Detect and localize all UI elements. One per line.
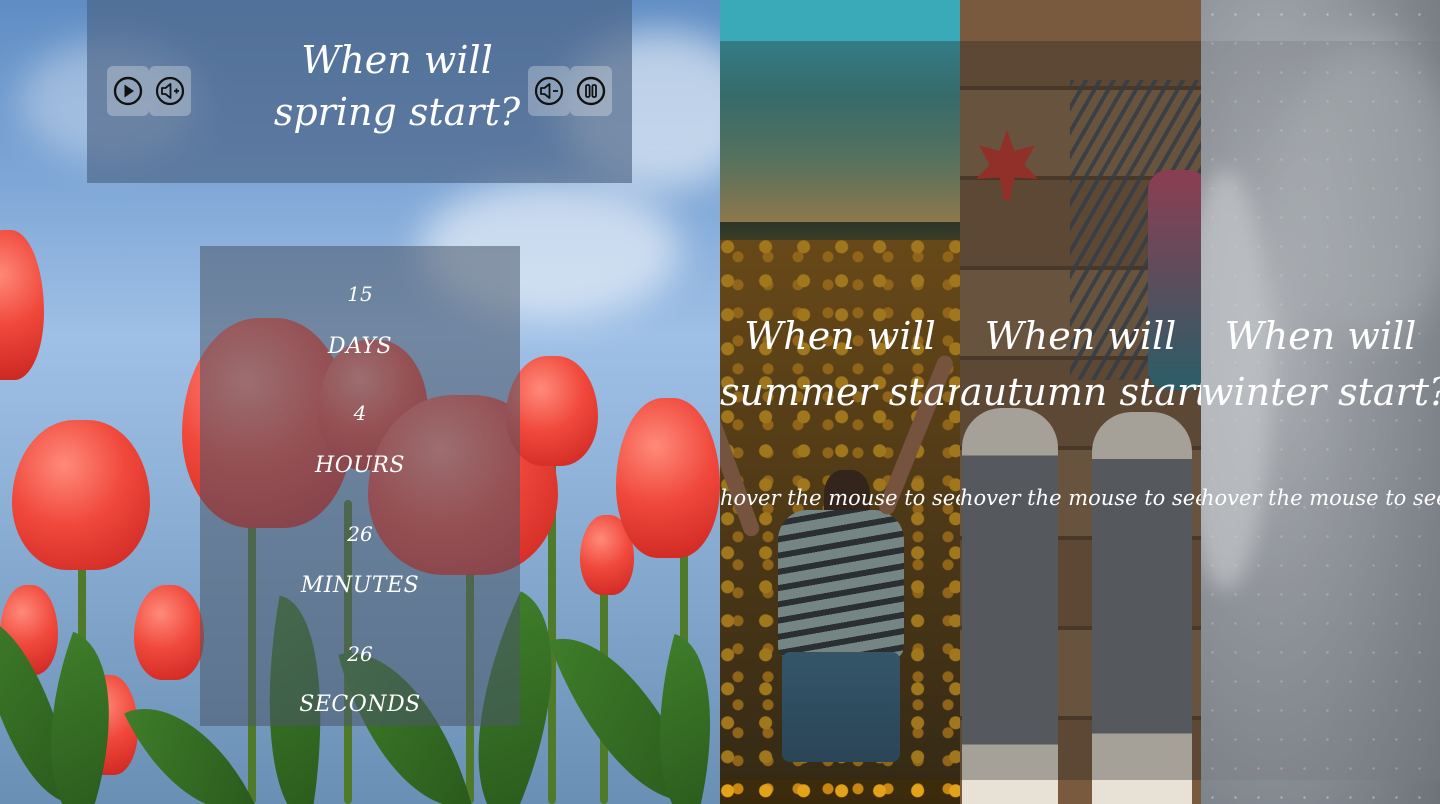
autumn-panel[interactable]: When will autumn start? hover the mouse … — [960, 0, 1201, 804]
autumn-title: When will autumn start? — [960, 308, 1201, 420]
summer-hint: hover the mouse to see — [720, 486, 960, 510]
summer-title-line2: summer start? — [720, 370, 960, 414]
winter-title-line2: winter start? — [1201, 370, 1440, 414]
autumn-hint: hover the mouse to see — [960, 486, 1201, 510]
minutes-value: 26 — [347, 522, 373, 546]
spring-header-card: When will spring start? — [87, 0, 632, 183]
autumn-title-line1: When will — [984, 314, 1177, 358]
summer-panel[interactable]: When will summer start? hover the mouse … — [720, 0, 960, 804]
spring-panel: When will spring start? 15 DAYS 4 HOURS … — [0, 0, 720, 804]
volume-down-button[interactable] — [528, 66, 570, 116]
winter-title-line1: When will — [1224, 314, 1417, 358]
summer-title-line1: When will — [744, 314, 936, 358]
play-button[interactable] — [107, 66, 149, 116]
volume-down-icon — [534, 76, 564, 106]
autumn-title-line2: autumn start? — [960, 370, 1201, 414]
winter-title: When will winter start? — [1201, 308, 1440, 420]
volume-up-icon — [155, 76, 185, 106]
winter-panel[interactable]: When will winter start? hover the mouse … — [1201, 0, 1440, 804]
hours-label: HOURS — [315, 453, 405, 478]
hours-value: 4 — [353, 401, 367, 425]
pause-button[interactable] — [570, 66, 612, 116]
play-icon — [113, 76, 143, 106]
days-label: DAYS — [327, 334, 393, 359]
pause-icon — [576, 76, 606, 106]
volume-up-button[interactable] — [149, 66, 191, 116]
winter-hint: hover the mouse to see — [1201, 486, 1440, 510]
tulip — [134, 585, 204, 680]
tulip — [616, 398, 720, 558]
countdown-card: 15 DAYS 4 HOURS 26 MINUTES 26 SECONDS — [200, 246, 520, 726]
seconds-value: 26 — [347, 642, 373, 666]
seconds-label: SECONDS — [299, 692, 421, 717]
spring-title: When will spring start? — [273, 38, 521, 134]
tulip — [0, 230, 44, 380]
minutes-label: MINUTES — [300, 573, 420, 598]
tulip — [12, 420, 150, 570]
summer-title: When will summer start? — [720, 308, 960, 420]
days-value: 15 — [347, 282, 373, 306]
